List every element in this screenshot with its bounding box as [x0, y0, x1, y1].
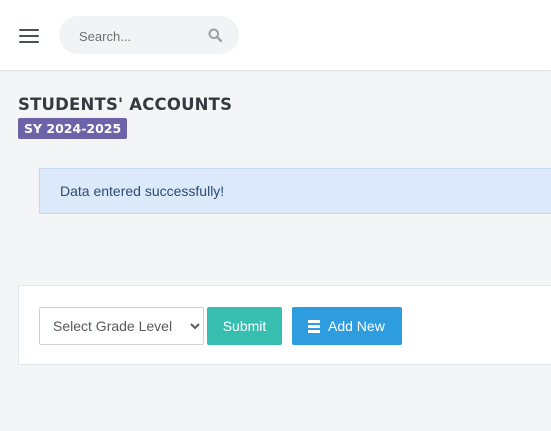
- search-box: [59, 16, 239, 54]
- hamburger-menu-icon[interactable]: [19, 29, 39, 45]
- search-input[interactable]: [77, 25, 201, 47]
- page-title: STUDENTS' ACCOUNTS: [18, 95, 233, 114]
- top-navbar: [0, 0, 551, 71]
- grade-level-select[interactable]: Select Grade Level: [39, 307, 204, 345]
- filter-card: Select Grade Level Submit Add New: [18, 285, 551, 365]
- add-new-label: Add New: [328, 318, 385, 334]
- submit-button[interactable]: Submit: [207, 307, 282, 345]
- school-year-badge: SY 2024-2025: [18, 118, 128, 139]
- add-new-button[interactable]: Add New: [292, 307, 402, 345]
- list-icon: [308, 320, 320, 333]
- alert-message: Data entered successfully!: [60, 183, 225, 199]
- search-icon[interactable]: [208, 28, 222, 42]
- success-alert: Data entered successfully!: [39, 168, 551, 214]
